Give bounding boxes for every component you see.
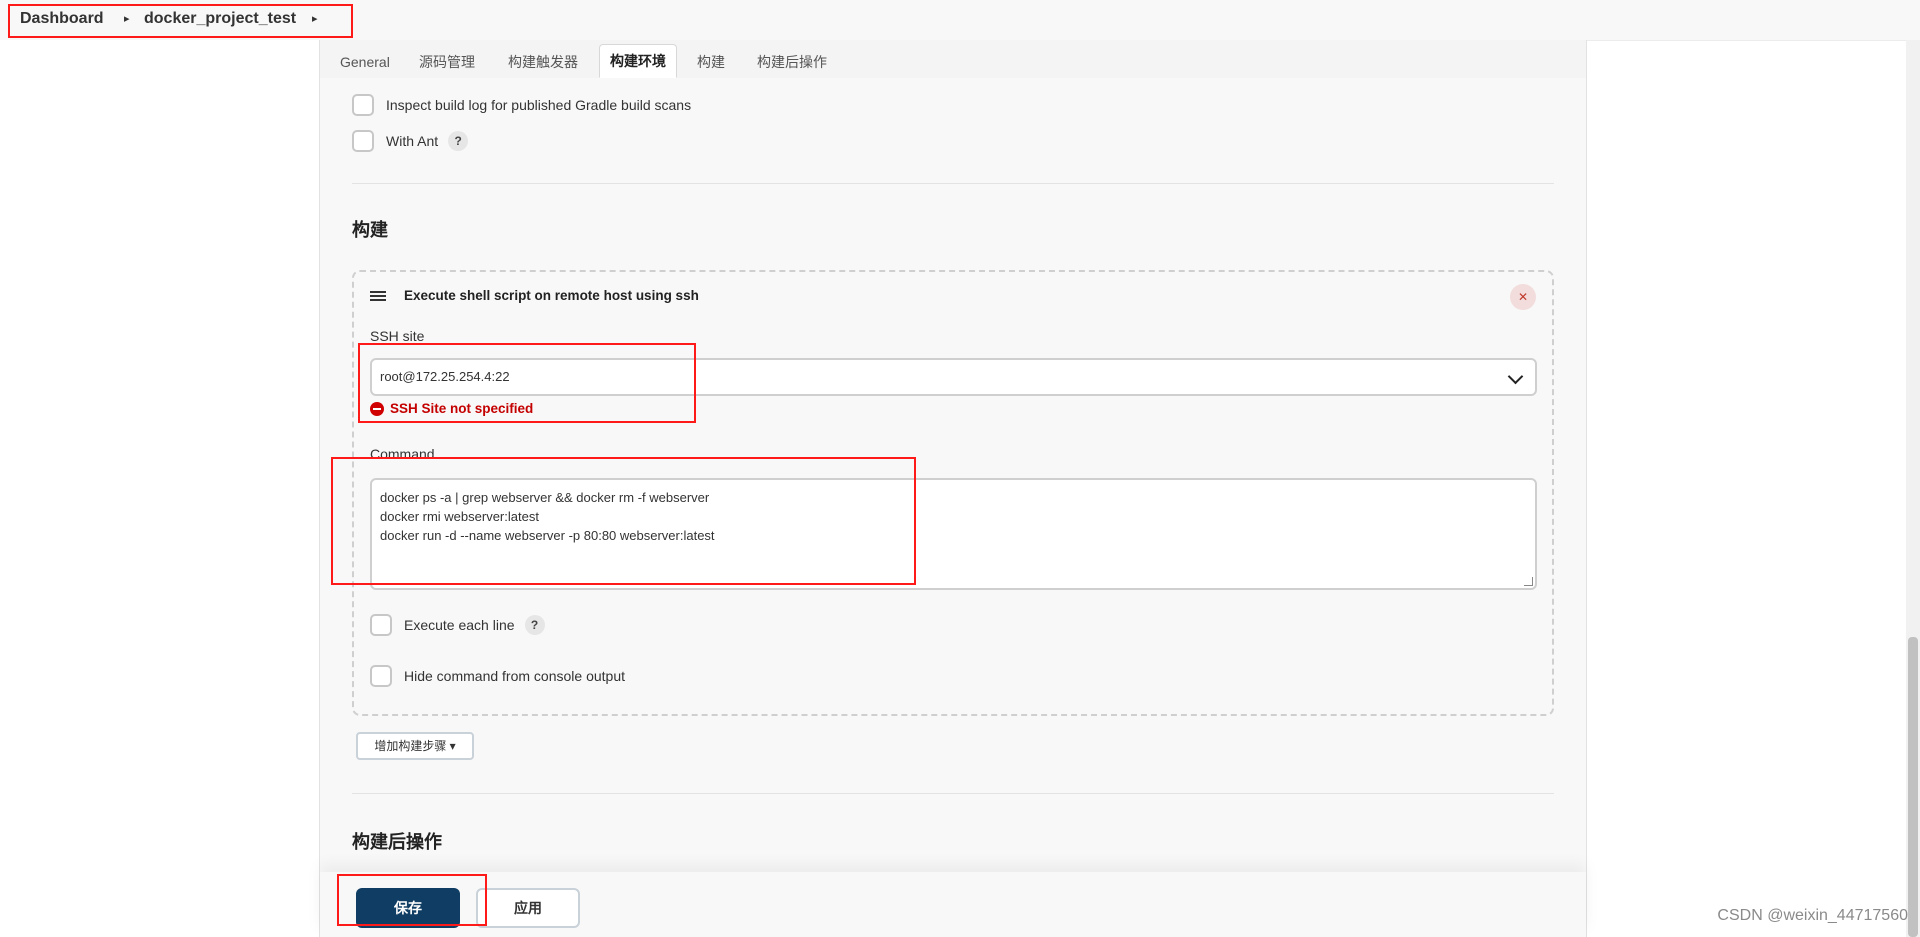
ssh-site-error: SSH Site not specified [370, 401, 533, 416]
tab-source-control[interactable]: 源码管理 [409, 48, 485, 78]
help-icon[interactable]: ? [524, 615, 545, 635]
ssh-site-value: root@172.25.254.4:22 [380, 369, 510, 384]
execute-each-line-label: Execute each line [404, 617, 515, 633]
step-header: Execute shell script on remote host usin… [370, 288, 699, 303]
post-build-section-title: 构建后操作 [352, 832, 442, 852]
close-icon[interactable]: ✕ [1510, 284, 1536, 310]
section-divider [352, 793, 1554, 794]
with-ant-option: With Ant ? [352, 130, 469, 152]
resize-handle-icon[interactable] [1524, 577, 1533, 586]
apply-button[interactable]: 应用 [476, 888, 580, 928]
section-divider [352, 183, 1554, 184]
tab-post-build[interactable]: 构建后操作 [747, 48, 837, 78]
tab-build-triggers[interactable]: 构建触发器 [498, 48, 588, 78]
hide-command-label: Hide command from console output [404, 668, 625, 684]
chevron-down-icon [1507, 368, 1524, 385]
hide-command-option: Hide command from console output [370, 665, 625, 687]
scrollbar[interactable] [1906, 40, 1920, 937]
ssh-site-select[interactable]: root@172.25.254.4:22 [370, 358, 1537, 396]
command-label: Command [370, 446, 435, 462]
breadcrumb: Dashboard ▸ docker_project_test ▸ [0, 0, 1920, 41]
with-ant-label: With Ant [386, 133, 439, 149]
sidebar [0, 40, 319, 937]
command-line: docker run -d --name webserver -p 80:80 … [380, 528, 715, 543]
gradle-scan-option: Inspect build log for published Gradle b… [352, 94, 691, 116]
gradle-scan-label: Inspect build log for published Gradle b… [386, 97, 692, 113]
breadcrumb-project[interactable]: docker_project_test [144, 10, 296, 28]
help-icon[interactable]: ? [448, 131, 469, 151]
command-textarea[interactable]: docker ps -a | grep webserver && docker … [370, 478, 1537, 590]
watermark: CSDN @weixin_44717560 [1717, 907, 1908, 924]
ssh-site-label: SSH site [370, 328, 425, 344]
tab-bar: General 源码管理 构建触发器 构建环境 构建 构建后操作 [320, 40, 1586, 78]
gradle-scan-checkbox[interactable] [352, 94, 374, 116]
tab-build[interactable]: 构建 [687, 48, 735, 78]
tab-build-environment[interactable]: 构建环境 [599, 44, 677, 78]
chevron-right-icon[interactable]: ▸ [312, 12, 318, 25]
command-line: docker rmi webserver:latest [380, 509, 539, 524]
drag-handle-icon[interactable] [370, 290, 386, 301]
with-ant-checkbox[interactable] [352, 130, 374, 152]
save-button[interactable]: 保存 [356, 888, 460, 928]
hide-command-checkbox[interactable] [370, 665, 392, 687]
scrollbar-thumb[interactable] [1908, 637, 1918, 937]
add-build-step-button[interactable]: 增加构建步骤 ▾ [356, 732, 474, 760]
step-title: Execute shell script on remote host usin… [404, 288, 699, 303]
breadcrumb-dashboard[interactable]: Dashboard [20, 10, 104, 28]
error-icon [370, 401, 384, 416]
config-panel: General 源码管理 构建触发器 构建环境 构建 构建后操作 Inspect… [319, 40, 1587, 937]
command-line: docker ps -a | grep webserver && docker … [380, 490, 710, 505]
chevron-right-icon[interactable]: ▸ [124, 12, 130, 25]
build-section-title: 构建 [352, 220, 388, 240]
ssh-build-step: Execute shell script on remote host usin… [352, 270, 1554, 716]
execute-each-line-option: Execute each line ? [370, 614, 545, 636]
form-footer: 保存 应用 [320, 872, 1586, 937]
tab-general[interactable]: General [330, 48, 400, 78]
execute-each-line-checkbox[interactable] [370, 614, 392, 636]
error-text: SSH Site not specified [390, 401, 534, 416]
